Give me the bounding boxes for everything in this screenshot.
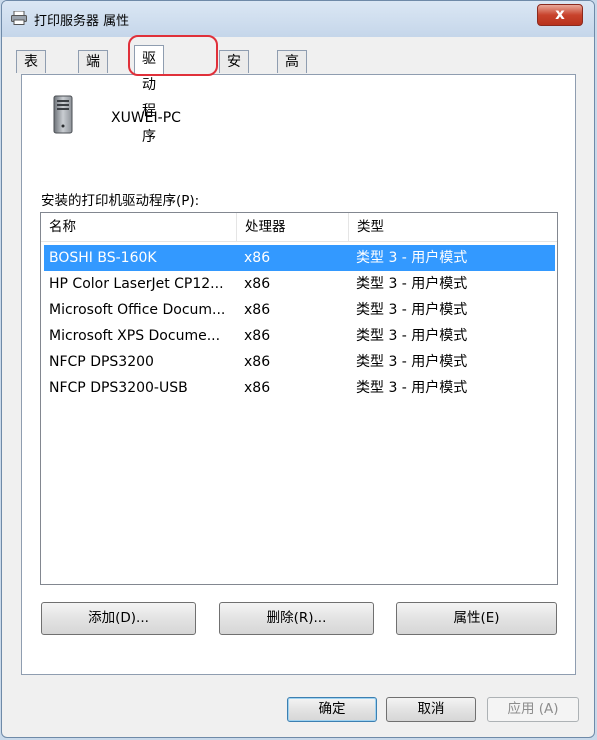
- title-bar: 打印服务器 属性 x: [2, 1, 594, 37]
- driver-row[interactable]: HP Color LaserJet CP12... x86 类型 3 - 用户模…: [44, 271, 555, 297]
- server-computer-icon: [53, 95, 73, 134]
- driver-processor-cell: x86: [244, 276, 271, 292]
- driver-row[interactable]: Microsoft XPS Docume... x86 类型 3 - 用户模式: [44, 323, 555, 349]
- delete-driver-button[interactable]: 删除(R)...: [219, 602, 374, 635]
- printer-icon: [11, 11, 27, 25]
- driver-row[interactable]: BOSHI BS-160K x86 类型 3 - 用户模式: [44, 245, 555, 271]
- tab-highlight-ring: [128, 35, 218, 76]
- column-header-type[interactable]: 类型: [349, 213, 559, 241]
- installed-drivers-label: 安装的打印机驱动程序(P):: [41, 193, 200, 209]
- column-header-processor[interactable]: 处理器: [237, 213, 349, 241]
- driver-name-cell: HP Color LaserJet CP12...: [49, 276, 224, 292]
- driver-type-cell: 类型 3 - 用户模式: [356, 302, 468, 318]
- cancel-button[interactable]: 取消: [386, 697, 476, 722]
- driver-properties-button[interactable]: 属性(E): [396, 602, 557, 635]
- window-title: 打印服务器 属性: [34, 14, 130, 29]
- driver-processor-cell: x86: [244, 354, 271, 370]
- drivers-tab-panel: XUWEI-PC 安装的打印机驱动程序(P): 名称 处理器 类型 BOSHI …: [21, 74, 576, 675]
- tab-security[interactable]: 安全: [219, 50, 249, 92]
- add-driver-button[interactable]: 添加(D)...: [41, 602, 196, 635]
- drivers-list[interactable]: 名称 处理器 类型 BOSHI BS-160K x86 类型 3 - 用户模式 …: [40, 212, 558, 585]
- driver-type-cell: 类型 3 - 用户模式: [356, 328, 468, 344]
- driver-name-cell: NFCP DPS3200: [49, 354, 154, 370]
- driver-name-cell: BOSHI BS-160K: [49, 250, 157, 266]
- tab-ports[interactable]: 端口: [78, 50, 108, 92]
- tab-advanced[interactable]: 高级: [277, 50, 307, 92]
- driver-type-cell: 类型 3 - 用户模式: [356, 354, 468, 370]
- driver-name-cell: Microsoft Office Docum...: [49, 302, 226, 318]
- tab-forms[interactable]: 表单: [16, 50, 46, 92]
- driver-processor-cell: x86: [244, 380, 271, 396]
- driver-type-cell: 类型 3 - 用户模式: [356, 380, 468, 396]
- driver-processor-cell: x86: [244, 250, 271, 266]
- driver-processor-cell: x86: [244, 302, 271, 318]
- driver-row[interactable]: NFCP DPS3200 x86 类型 3 - 用户模式: [44, 349, 555, 375]
- driver-name-cell: Microsoft XPS Docume...: [49, 328, 221, 344]
- driver-row[interactable]: NFCP DPS3200-USB x86 类型 3 - 用户模式: [44, 375, 555, 401]
- driver-row[interactable]: Microsoft Office Docum... x86 类型 3 - 用户模…: [44, 297, 555, 323]
- apply-button[interactable]: 应用 (A): [487, 697, 579, 722]
- driver-type-cell: 类型 3 - 用户模式: [356, 250, 468, 266]
- driver-type-cell: 类型 3 - 用户模式: [356, 276, 468, 292]
- ok-button[interactable]: 确定: [287, 697, 377, 722]
- list-header: 名称 处理器 类型: [41, 213, 557, 242]
- driver-processor-cell: x86: [244, 328, 271, 344]
- column-header-name[interactable]: 名称: [41, 213, 237, 241]
- close-button[interactable]: x: [537, 4, 583, 26]
- printer-server-properties-dialog: 打印服务器 属性 x 表单 端口 驱动程序 安全 高级 XUWEI-PC 安装的…: [1, 0, 595, 738]
- driver-name-cell: NFCP DPS3200-USB: [49, 380, 188, 396]
